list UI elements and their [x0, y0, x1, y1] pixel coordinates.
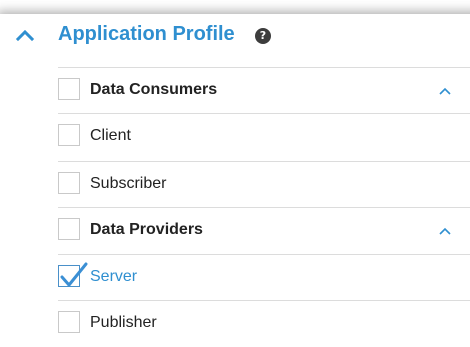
list-item-subscriber[interactable]: Subscriber: [58, 161, 470, 208]
item-label-publisher: Publisher: [90, 314, 157, 331]
group-row-data-consumers[interactable]: Data Consumers: [58, 67, 470, 114]
list-item-client[interactable]: Client: [58, 113, 470, 160]
group-label-data-providers: Data Providers: [90, 221, 203, 238]
list-item-publisher[interactable]: Publisher: [58, 300, 470, 347]
group-label-data-consumers: Data Consumers: [90, 81, 218, 98]
group-row-data-providers[interactable]: Data Providers: [58, 207, 470, 254]
checkbox-publisher[interactable]: [58, 311, 80, 333]
checkbox-client[interactable]: [58, 124, 80, 146]
application-profile-panel: Application Profile ? Data Consumers Cli…: [0, 14, 470, 347]
checkbox-data-providers[interactable]: [58, 218, 80, 240]
item-label-subscriber: Subscriber: [90, 175, 167, 192]
panel-title: Application Profile: [58, 23, 235, 45]
checkbox-server[interactable]: [58, 262, 88, 287]
checkbox-subscriber[interactable]: [58, 172, 80, 194]
item-label-server: Server: [90, 268, 138, 285]
checkmark-icon: [60, 262, 88, 287]
checkbox-data-consumers[interactable]: [58, 78, 80, 100]
item-label-client: Client: [90, 127, 131, 144]
chevron-up-icon[interactable]: [14, 24, 36, 46]
list-item-server[interactable]: Server: [58, 254, 470, 301]
app-frame: Application Profile ? Data Consumers Cli…: [0, 0, 470, 347]
chevron-up-icon[interactable]: [438, 224, 452, 238]
chevron-up-icon[interactable]: [438, 84, 452, 98]
help-icon[interactable]: ?: [255, 28, 271, 44]
panel-header[interactable]: Application Profile ?: [0, 14, 470, 58]
